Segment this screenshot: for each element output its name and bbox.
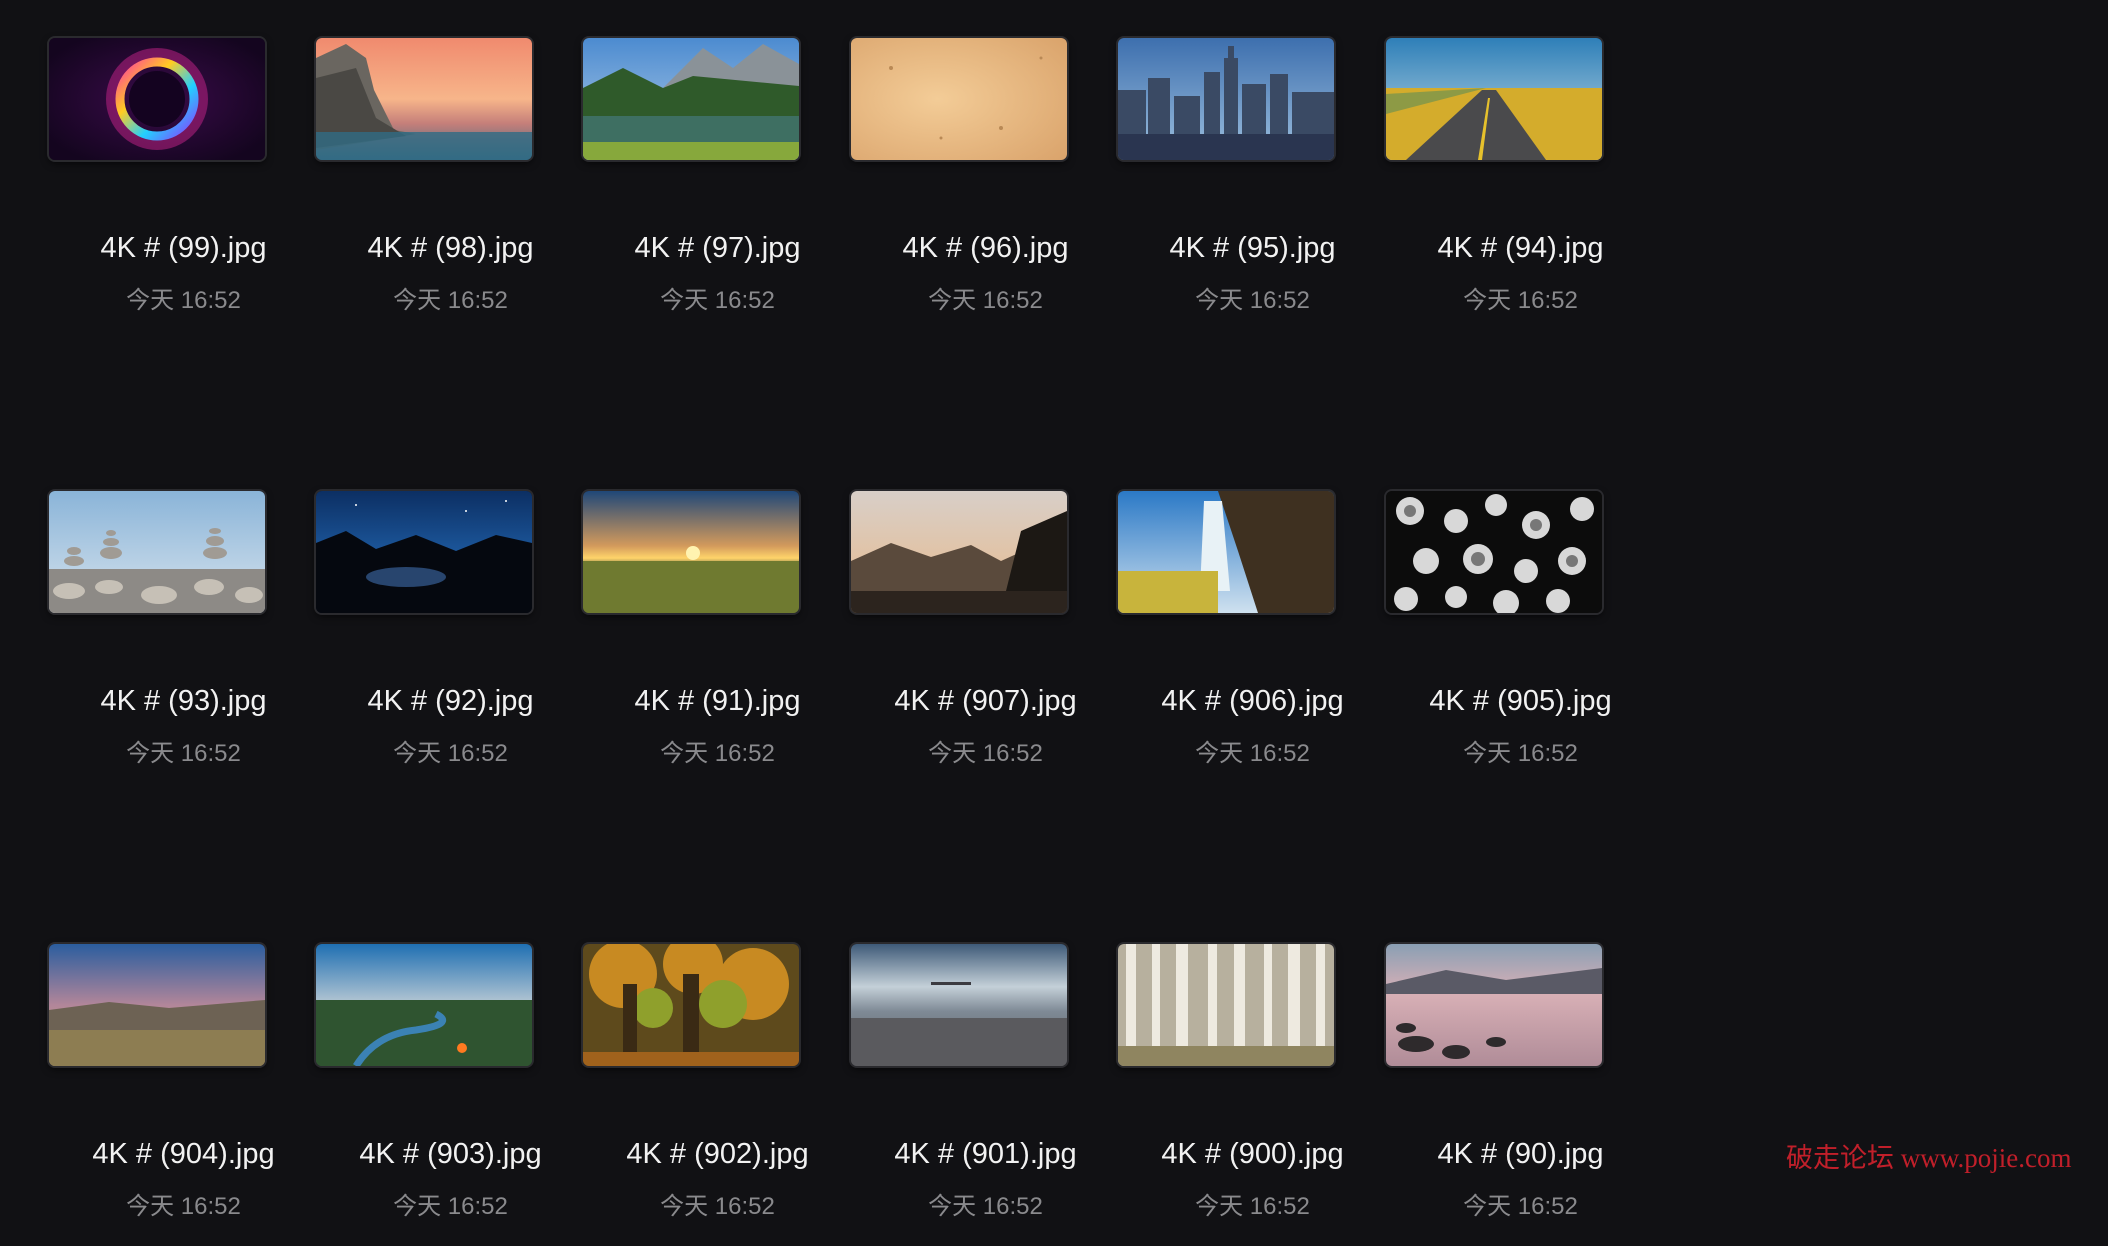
- sand-texture-icon[interactable]: [851, 38, 1067, 160]
- file-modified-date: 今天 16:52: [1463, 1193, 1578, 1220]
- file-name: 4K # (905).jpg: [1429, 685, 1612, 717]
- mountain-dusk-icon[interactable]: [851, 491, 1067, 613]
- waterfall-icon[interactable]: [1118, 491, 1334, 613]
- rocky-lake-icon[interactable]: [1386, 944, 1602, 1066]
- night-lake-icon[interactable]: [316, 491, 532, 613]
- open-road-icon[interactable]: [1386, 38, 1602, 160]
- birch-forest-icon[interactable]: [1118, 944, 1334, 1066]
- file-name: 4K # (94).jpg: [1437, 232, 1604, 264]
- city-skyline-icon[interactable]: [1118, 38, 1334, 160]
- file-tile[interactable]: 4K # (905).jpg 今天 16:52: [1341, 453, 1700, 793]
- jellyfish-icon[interactable]: [1386, 491, 1602, 613]
- desert-dusk-icon[interactable]: [49, 944, 265, 1066]
- abstract-ring-icon[interactable]: [49, 38, 265, 160]
- stacked-stones-icon[interactable]: [49, 491, 265, 613]
- watermark-text: 破走论坛 www.pojie.com: [1786, 1143, 2072, 1173]
- file-name: 4K # (90).jpg: [1437, 1138, 1604, 1170]
- file-modified-date: 今天 16:52: [1463, 740, 1578, 767]
- sunset-meadow-icon[interactable]: [583, 491, 799, 613]
- file-tile[interactable]: 4K # (90).jpg 今天 16:52: [1341, 906, 1700, 1246]
- file-tile[interactable]: 4K # (94).jpg 今天 16:52: [1341, 0, 1700, 340]
- mountain-lake-icon[interactable]: [583, 38, 799, 160]
- file-grid: 4K # (99).jpg 今天 16:52 4K # (98).jpg 今天 16:…: [0, 0, 2108, 1220]
- file-modified-date: 今天 16:52: [1463, 287, 1578, 314]
- gray-beach-icon[interactable]: [851, 944, 1067, 1066]
- river-valley-icon[interactable]: [316, 944, 532, 1066]
- autumn-tree-icon[interactable]: [583, 944, 799, 1066]
- sea-cliff-sunset-icon[interactable]: [316, 38, 532, 160]
